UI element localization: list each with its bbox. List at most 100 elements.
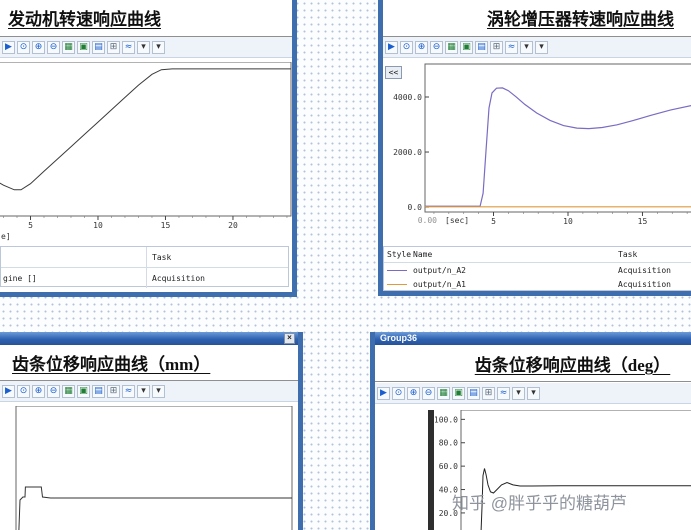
plot-toolbar: ▶ ⊙ ⊕ ⊖ ▦ ▣ ▤ ⊞ ≈ ▾ ▾ [0,37,292,58]
window-titlebar[interactable]: × [0,332,298,345]
snapshot-icon[interactable]: ▣ [77,40,90,54]
sketch-canvas: 发动机转速响应曲线 ▶ ⊙ ⊕ ⊖ ▦ ▣ ▤ ⊞ ≈ ▾ ▾ 5 10 15 20 e] Task gi… [0,0,691,530]
zoom-in-icon[interactable]: ⊕ [32,40,45,54]
curve-style-dropdown-icon[interactable]: ▾ [512,386,525,400]
window-titlebar[interactable]: Group36 [375,332,691,345]
curve-name: gine [] [1,268,147,288]
svg-text:100.0: 100.0 [435,415,458,424]
export-table-icon[interactable]: ▦ [437,386,450,400]
save-icon[interactable]: ▤ [467,386,480,400]
svg-text:5: 5 [28,221,33,230]
print-icon[interactable]: ⊞ [107,40,120,54]
curve-sample-line [387,284,407,285]
plot-title: 发动机转速响应曲线 [8,10,161,29]
svg-text:80.0: 80.0 [439,439,458,448]
curve-task: Acquisition [152,273,205,283]
export-table-icon[interactable]: ▦ [62,40,75,54]
plot-toolbar: ▶ ⊙ ⊕ ⊖ ▦ ▣ ▤ ⊞ ≈ ▾ ▾ [0,381,298,402]
y-axis-collapse-bar[interactable] [428,410,434,530]
watermark: 知乎 @胖乎乎的糖葫芦 [452,494,627,513]
engine-legend-table: Task gine [] Acquisition [0,246,289,288]
turbo-plot-canvas[interactable]: 51015200.02000.04000.0 [383,62,691,232]
background-dropdown-icon[interactable]: ▾ [152,40,165,54]
collapse-y-axis-button[interactable]: << [385,66,402,79]
plot-toolbar: ▶ ⊙ ⊕ ⊖ ▦ ▣ ▤ ⊞ ≈ ▾ ▾ [375,383,691,404]
background-dropdown-icon[interactable]: ▾ [152,384,165,398]
rack-mm-plot-window: × 齿条位移响应曲线（mm） ▶ ⊙ ⊕ ⊖ ▦ ▣ ▤ ⊞ ≈ ▾ ▾ [0,332,303,530]
legend-name-header: Name [413,250,433,259]
legend-rows: output/n_A2 Acquisition output/n_A1 Acquisi… [384,263,691,291]
svg-text:60.0: 60.0 [439,462,458,471]
turbo-legend-table: Style Name Task output/n_A2 Acquisition ou… [383,246,691,291]
curve-task: Acquisition [618,266,671,275]
print-icon[interactable]: ⊞ [482,386,495,400]
legend-name-header [1,247,147,267]
svg-text:4000.0: 4000.0 [393,93,422,102]
x-axis-label-fragment: e] [1,232,11,241]
background-dropdown-icon[interactable]: ▾ [535,40,548,54]
zoom-in-icon[interactable]: ⊕ [415,40,428,54]
svg-text:15: 15 [638,217,648,226]
export-table-icon[interactable]: ▦ [62,384,75,398]
play-icon[interactable]: ▶ [385,40,398,54]
svg-text:10: 10 [93,221,103,230]
save-icon[interactable]: ▤ [92,384,105,398]
snapshot-icon[interactable]: ▣ [452,386,465,400]
background-dropdown-icon[interactable]: ▾ [527,386,540,400]
curve-name: output/n_A1 [413,280,466,289]
play-icon[interactable]: ▶ [377,386,390,400]
close-icon[interactable]: × [284,333,295,344]
curve-style-icon[interactable]: ≈ [505,40,518,54]
plot-title-band: 齿条位移响应曲线（deg） [375,346,691,382]
play-icon[interactable]: ▶ [2,40,15,54]
zoom-fit-icon[interactable]: ⊙ [17,384,30,398]
save-icon[interactable]: ▤ [475,40,488,54]
print-icon[interactable]: ⊞ [107,384,120,398]
legend-header-row: Task [1,247,288,268]
snapshot-icon[interactable]: ▣ [77,384,90,398]
x-axis-unit-label: [sec] [445,216,470,225]
curve-style-icon[interactable]: ≈ [122,40,135,54]
save-icon[interactable]: ▤ [92,40,105,54]
plot-toolbar: ▶ ⊙ ⊕ ⊖ ▦ ▣ ▤ ⊞ ≈ ▾ ▾ [383,37,691,58]
zoom-out-icon[interactable]: ⊖ [47,40,60,54]
rack-mm-plot-canvas[interactable] [0,406,298,530]
curve-style-icon[interactable]: ≈ [122,384,135,398]
legend-row[interactable]: output/n_A1 Acquisition [384,277,691,291]
plot-title-band: 发动机转速响应曲线 [0,0,292,37]
turbo-plot-window: 涡轮增压器转速响应曲线 ▶⊙⊕⊖▦▣▤⊞≈▾▾ 51015200.02000.0… [378,0,691,296]
curve-sample-line [387,270,407,271]
zoom-in-icon[interactable]: ⊕ [32,384,45,398]
zoom-in-icon[interactable]: ⊕ [407,386,420,400]
curve-style-dropdown-icon[interactable]: ▾ [137,40,150,54]
legend-row[interactable]: gine [] Acquisition [1,268,288,288]
play-icon[interactable]: ▶ [2,384,15,398]
zoom-out-icon[interactable]: ⊖ [430,40,443,54]
export-table-icon[interactable]: ▦ [445,40,458,54]
print-icon[interactable]: ⊞ [490,40,503,54]
zoom-fit-icon[interactable]: ⊙ [400,40,413,54]
curve-style-dropdown-icon[interactable]: ▾ [137,384,150,398]
zoom-fit-icon[interactable]: ⊙ [392,386,405,400]
legend-task-header: Task [618,250,638,259]
curve-task: Acquisition [618,280,671,289]
engine-plot-canvas[interactable]: 5 10 15 20 [0,62,292,242]
x-axis-origin-label: 0.00 [417,216,437,225]
plot-title: 齿条位移响应曲线（deg） [474,356,671,375]
zoom-out-icon[interactable]: ⊖ [422,386,435,400]
engine-plot-window: 发动机转速响应曲线 ▶ ⊙ ⊕ ⊖ ▦ ▣ ▤ ⊞ ≈ ▾ ▾ 5 10 15 20 e] Task gi… [0,0,297,297]
svg-text:20: 20 [228,221,238,230]
legend-header-row: Style Name Task [384,247,691,263]
svg-text:15: 15 [161,221,171,230]
zoom-out-icon[interactable]: ⊖ [47,384,60,398]
zoom-fit-icon[interactable]: ⊙ [17,40,30,54]
window-title: Group36 [380,333,418,343]
legend-row[interactable]: output/n_A2 Acquisition [384,263,691,277]
curve-style-icon[interactable]: ≈ [497,386,510,400]
svg-text:10: 10 [563,217,573,226]
plot-title-band: 齿条位移响应曲线（mm） [0,346,298,381]
snapshot-icon[interactable]: ▣ [460,40,473,54]
plot-title-band: 涡轮增压器转速响应曲线 [383,0,691,37]
curve-style-dropdown-icon[interactable]: ▾ [520,40,533,54]
plot-title: 涡轮增压器转速响应曲线 [487,10,674,29]
